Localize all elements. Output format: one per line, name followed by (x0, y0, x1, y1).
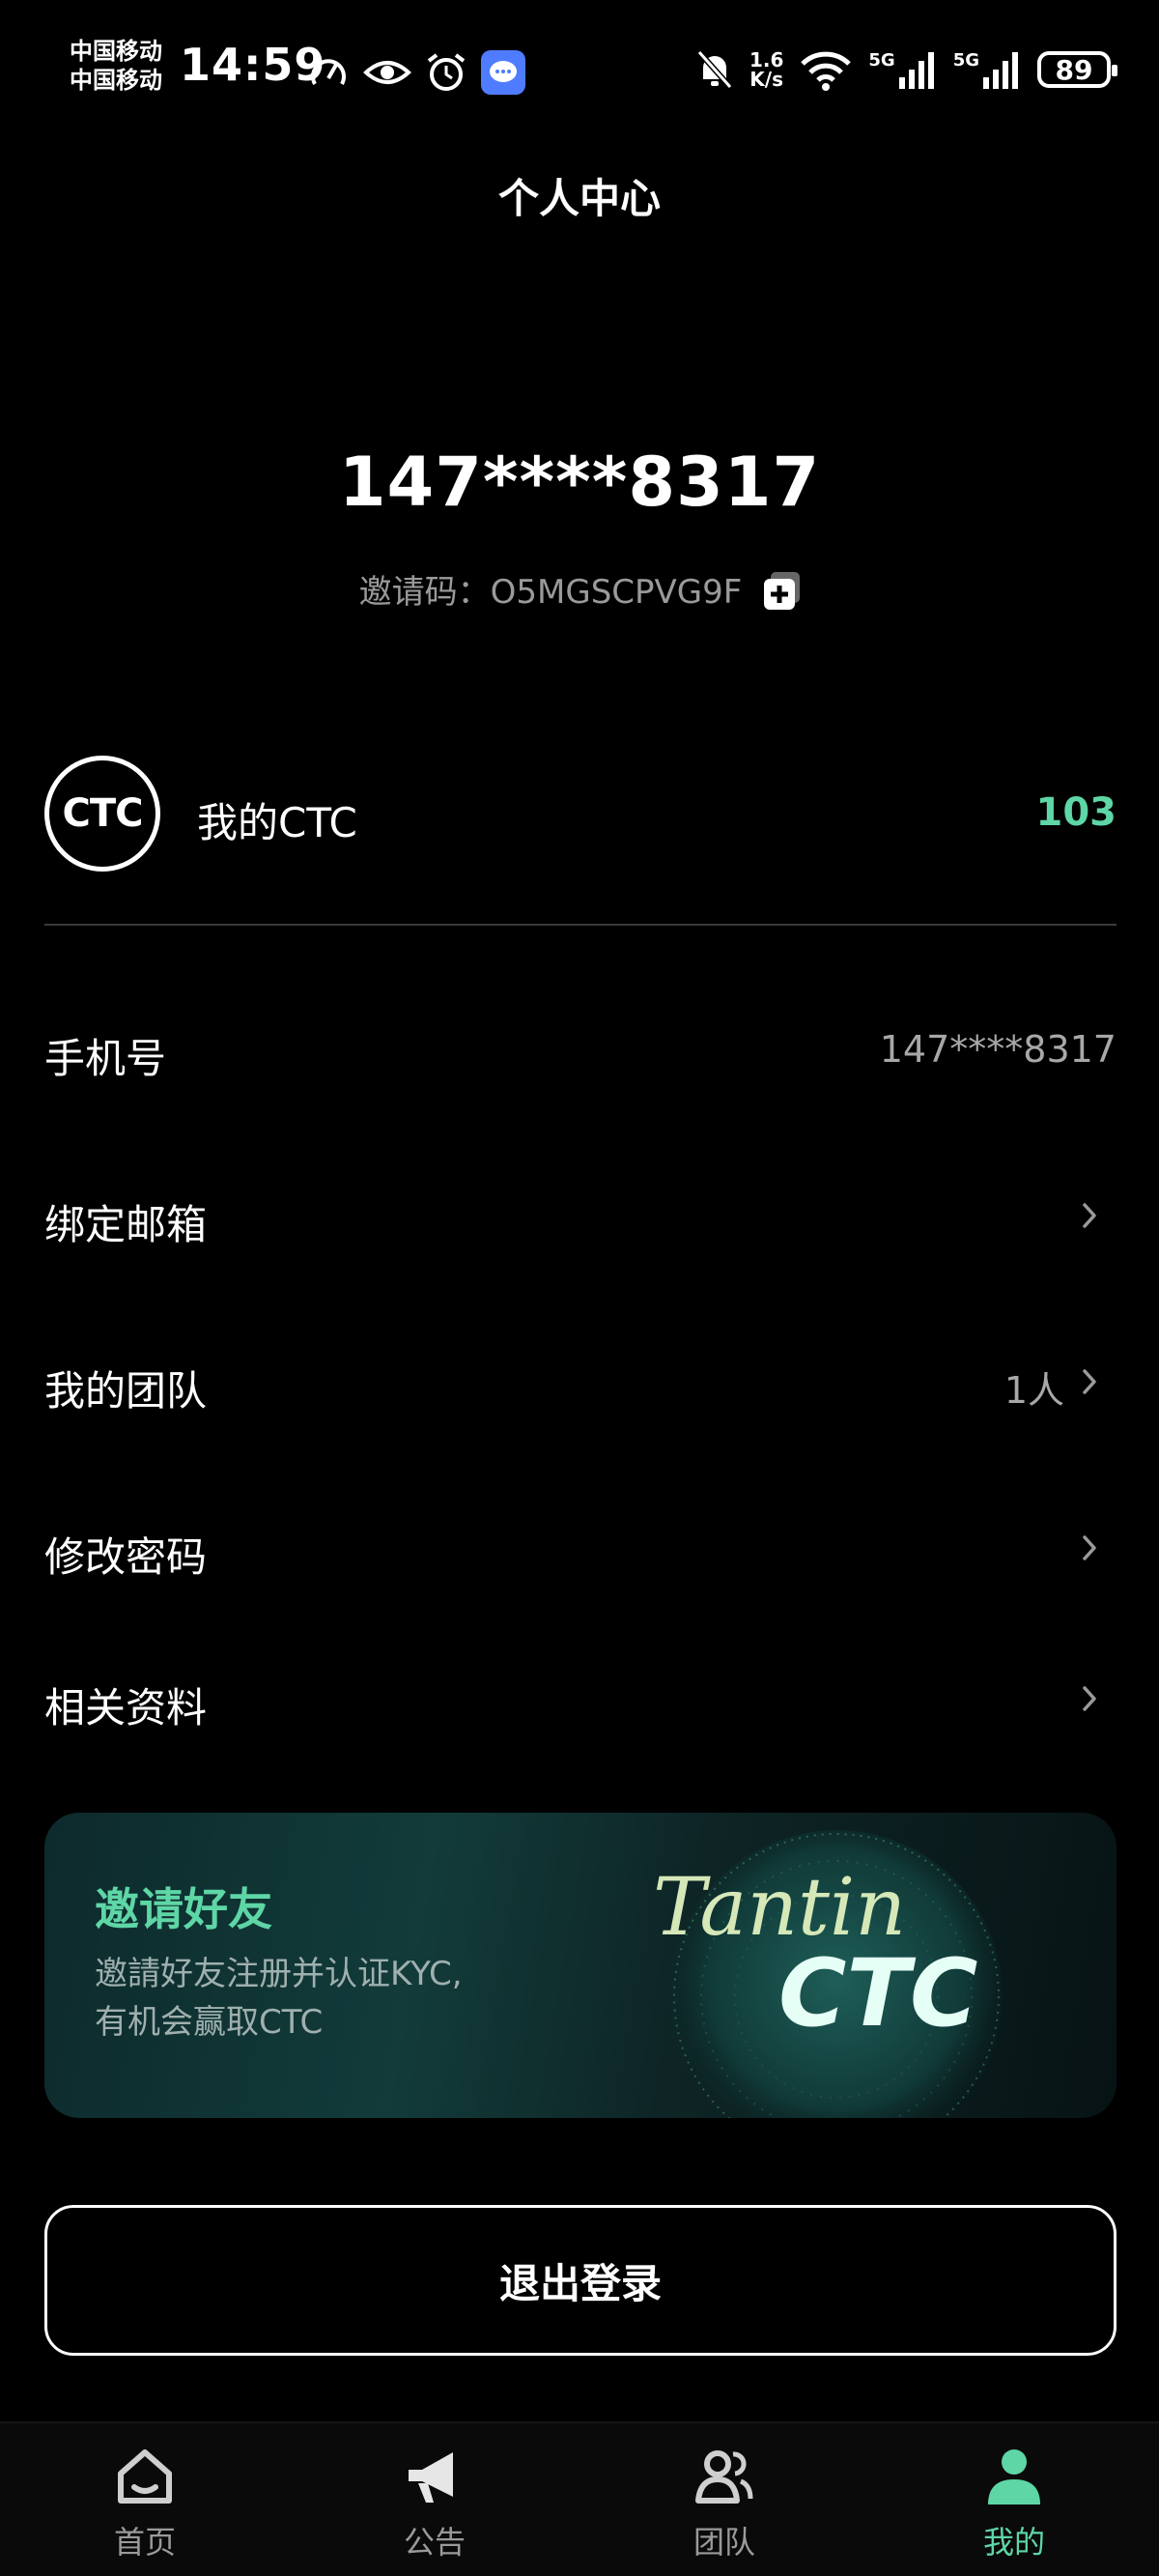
carrier-1: 中国移动 (70, 38, 162, 65)
tab-label-home: 首页 (113, 2524, 176, 2561)
menu-label-related-docs: 相关资料 (44, 1684, 208, 1732)
menu-item-related-docs[interactable]: 相关资料 (44, 1650, 1117, 1747)
net-speed: 1.6 K/s (749, 48, 784, 91)
menu-label-my-team: 我的团队 (44, 1367, 208, 1415)
menu-item-phone: 手机号 147****8317 (44, 1001, 1117, 1098)
ctc-logo: CTC (44, 756, 160, 872)
message-app-icon (481, 50, 525, 95)
page-title: 个人中心 (497, 175, 661, 222)
invite-friends-banner[interactable]: Tantin CTC 邀请好友 邀請好友注册并认证KYC, 有机会赢取CTC (44, 1813, 1117, 2118)
menu-item-bind-email[interactable]: 绑定邮箱 (44, 1167, 1117, 1264)
team-icon (695, 2450, 753, 2504)
phone-value: 147****8317 (879, 1028, 1117, 1071)
status-icons-left (307, 48, 525, 97)
menu-label-phone: 手机号 (44, 1035, 167, 1082)
invite-code-text: 邀请码：O5MGSCPVG9F (358, 573, 743, 612)
chevron-right-icon (1083, 1203, 1096, 1228)
signal-1: 5G (868, 50, 937, 89)
tab-label-mine: 我的 (982, 2524, 1045, 2561)
banner-art-text-ctc: CTC (778, 1939, 977, 2047)
my-ctc-row[interactable]: CTC 我的CTC 103 (44, 754, 1117, 879)
signal-bars-icon (983, 52, 1018, 89)
alarm-icon (427, 53, 466, 91)
carrier-labels: 中国移动 中国移动 (70, 37, 162, 95)
chevron-right-icon (1083, 1686, 1096, 1711)
copy-icon[interactable] (761, 570, 801, 610)
banner-title: 邀请好友 (95, 1883, 272, 1935)
tab-label-announcements: 公告 (403, 2524, 466, 2561)
bottom-tab-bar: 首页 公告 团队 我的 (0, 2421, 1159, 2576)
user-id: 147****8317 (338, 443, 821, 522)
invite-code-row: 邀请码：O5MGSCPVG9F (0, 565, 1159, 613)
tab-label-team: 团队 (693, 2524, 755, 2561)
eye-icon (363, 61, 411, 84)
chevron-right-icon (1083, 1535, 1096, 1560)
tab-team[interactable]: 团队 (628, 2443, 821, 2568)
menu-item-change-password[interactable]: 修改密码 (44, 1500, 1117, 1596)
mute-bell-icon (696, 50, 733, 89)
menu-label-change-password: 修改密码 (44, 1533, 208, 1581)
menu-item-my-team[interactable]: 我的团队 1人 (44, 1333, 1117, 1430)
tab-home[interactable]: 首页 (48, 2443, 241, 2568)
person-icon (988, 2449, 1040, 2504)
status-time: 14:59 (180, 39, 326, 91)
divider (44, 924, 1117, 926)
status-icons-right: 1.6 K/s 5G 5G 89 (695, 43, 1117, 97)
my-ctc-label: 我的CTC (197, 799, 357, 846)
megaphone-icon (409, 2452, 453, 2503)
status-bar: 中国移动 中国移动 14:59 1.6 K/s 5G 5G 89 (0, 0, 1159, 145)
signal-bars-icon (898, 52, 934, 89)
banner-art: Tantin CTC (653, 1830, 1003, 2118)
invite-code: O5MGSCPVG9F (490, 573, 743, 612)
banner-description: 邀請好友注册并认证KYC, 有机会赢取CTC (95, 1955, 463, 2042)
ctc-balance: 103 (1035, 790, 1117, 835)
battery-indicator: 89 (1037, 51, 1117, 88)
tab-mine[interactable]: 我的 (918, 2443, 1111, 2568)
chevron-right-icon (1083, 1369, 1096, 1394)
signal-2: 5G (953, 50, 1022, 89)
menu-label-bind-email: 绑定邮箱 (44, 1201, 208, 1248)
tab-announcements[interactable]: 公告 (338, 2443, 531, 2568)
speedometer-icon (311, 59, 346, 85)
carrier-2: 中国移动 (70, 67, 162, 94)
home-icon (118, 2449, 172, 2504)
team-count: 1人 (1004, 1369, 1064, 1412)
logout-button[interactable]: 退出登录 (44, 2205, 1117, 2356)
wifi-icon (801, 51, 852, 91)
